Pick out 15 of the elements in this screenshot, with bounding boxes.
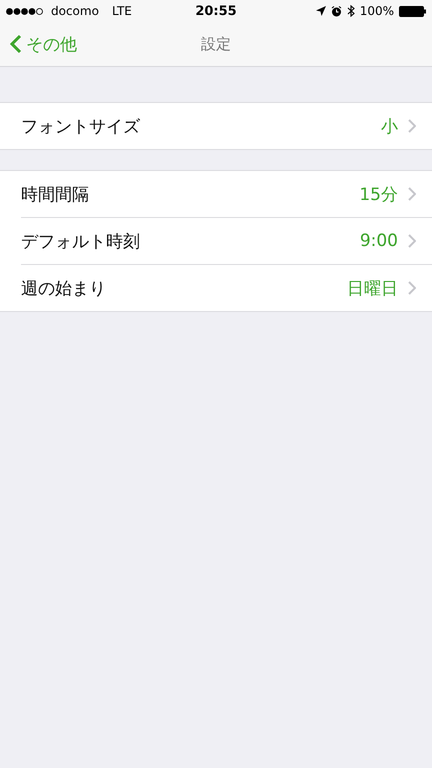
chevron-right-icon bbox=[408, 187, 416, 201]
chevron-left-icon bbox=[10, 34, 22, 54]
chevron-right-icon bbox=[408, 234, 416, 248]
status-time: 20:55 bbox=[195, 4, 237, 18]
network-type: LTE bbox=[112, 4, 132, 18]
signal-icon bbox=[6, 8, 46, 14]
battery-percent: 100% bbox=[360, 4, 394, 18]
battery-icon bbox=[399, 6, 426, 16]
location-icon bbox=[316, 6, 326, 16]
bluetooth-icon bbox=[346, 5, 355, 17]
screen-title: 設定 bbox=[201, 34, 231, 54]
chevron-right-icon bbox=[408, 281, 416, 295]
chevron-right-icon bbox=[408, 119, 416, 133]
alarm-clock-icon bbox=[330, 6, 342, 16]
carrier-name: docomo bbox=[51, 4, 99, 18]
